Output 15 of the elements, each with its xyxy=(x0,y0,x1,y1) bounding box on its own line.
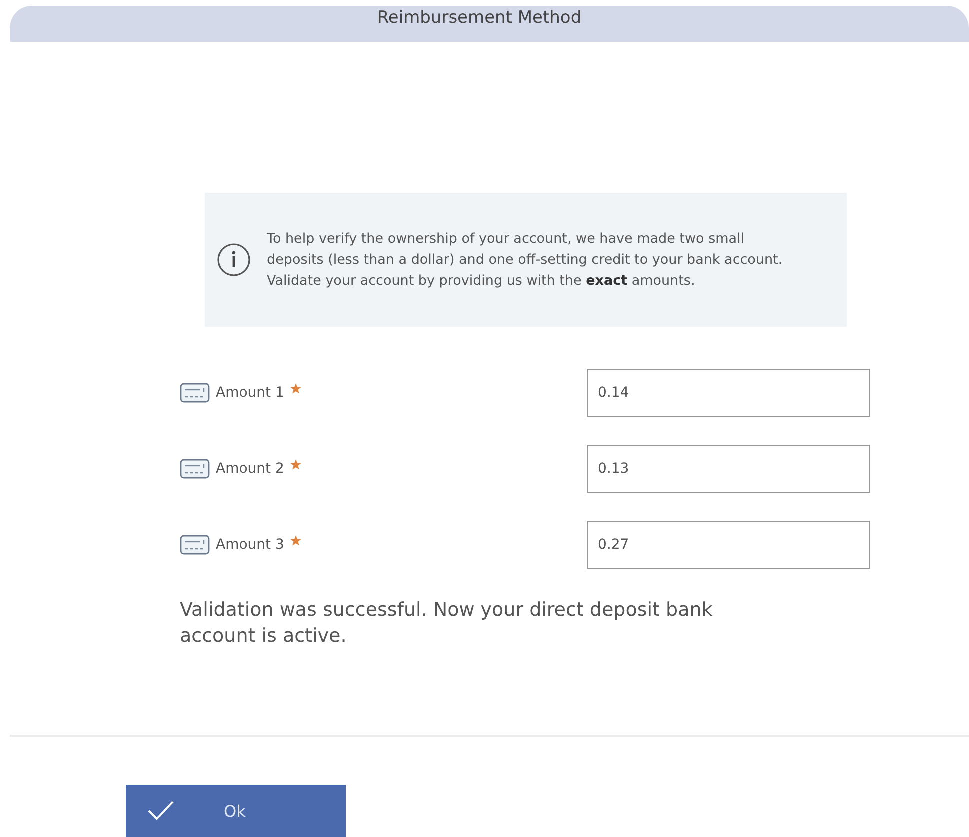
check-icon xyxy=(146,799,176,823)
field-label: Amount 3 xyxy=(216,537,284,554)
dialog-title: Reimbursement Method xyxy=(377,8,582,28)
amount-field[interactable]: 0.14 xyxy=(587,369,870,418)
info-icon xyxy=(217,243,251,278)
field-label: Amount 1 xyxy=(216,385,284,402)
amount-field[interactable]: 0.27 xyxy=(587,521,870,570)
amount-field[interactable]: 0.13 xyxy=(587,445,870,494)
info-message: To help verify the ownership of your account, we have made two small deposits (less than a dollar) and one off-setting credit to your bank account. Validate your account by providing us with the exact amounts. xyxy=(267,230,784,291)
cheque-icon xyxy=(180,459,210,480)
cheque-icon xyxy=(180,535,210,556)
status-message: Validation was successful. Now your direct deposit bank account is active. xyxy=(180,598,714,650)
ok-button[interactable]: Ok xyxy=(126,785,346,837)
cheque-icon xyxy=(180,383,210,404)
field-label: Amount 2 xyxy=(216,461,284,478)
